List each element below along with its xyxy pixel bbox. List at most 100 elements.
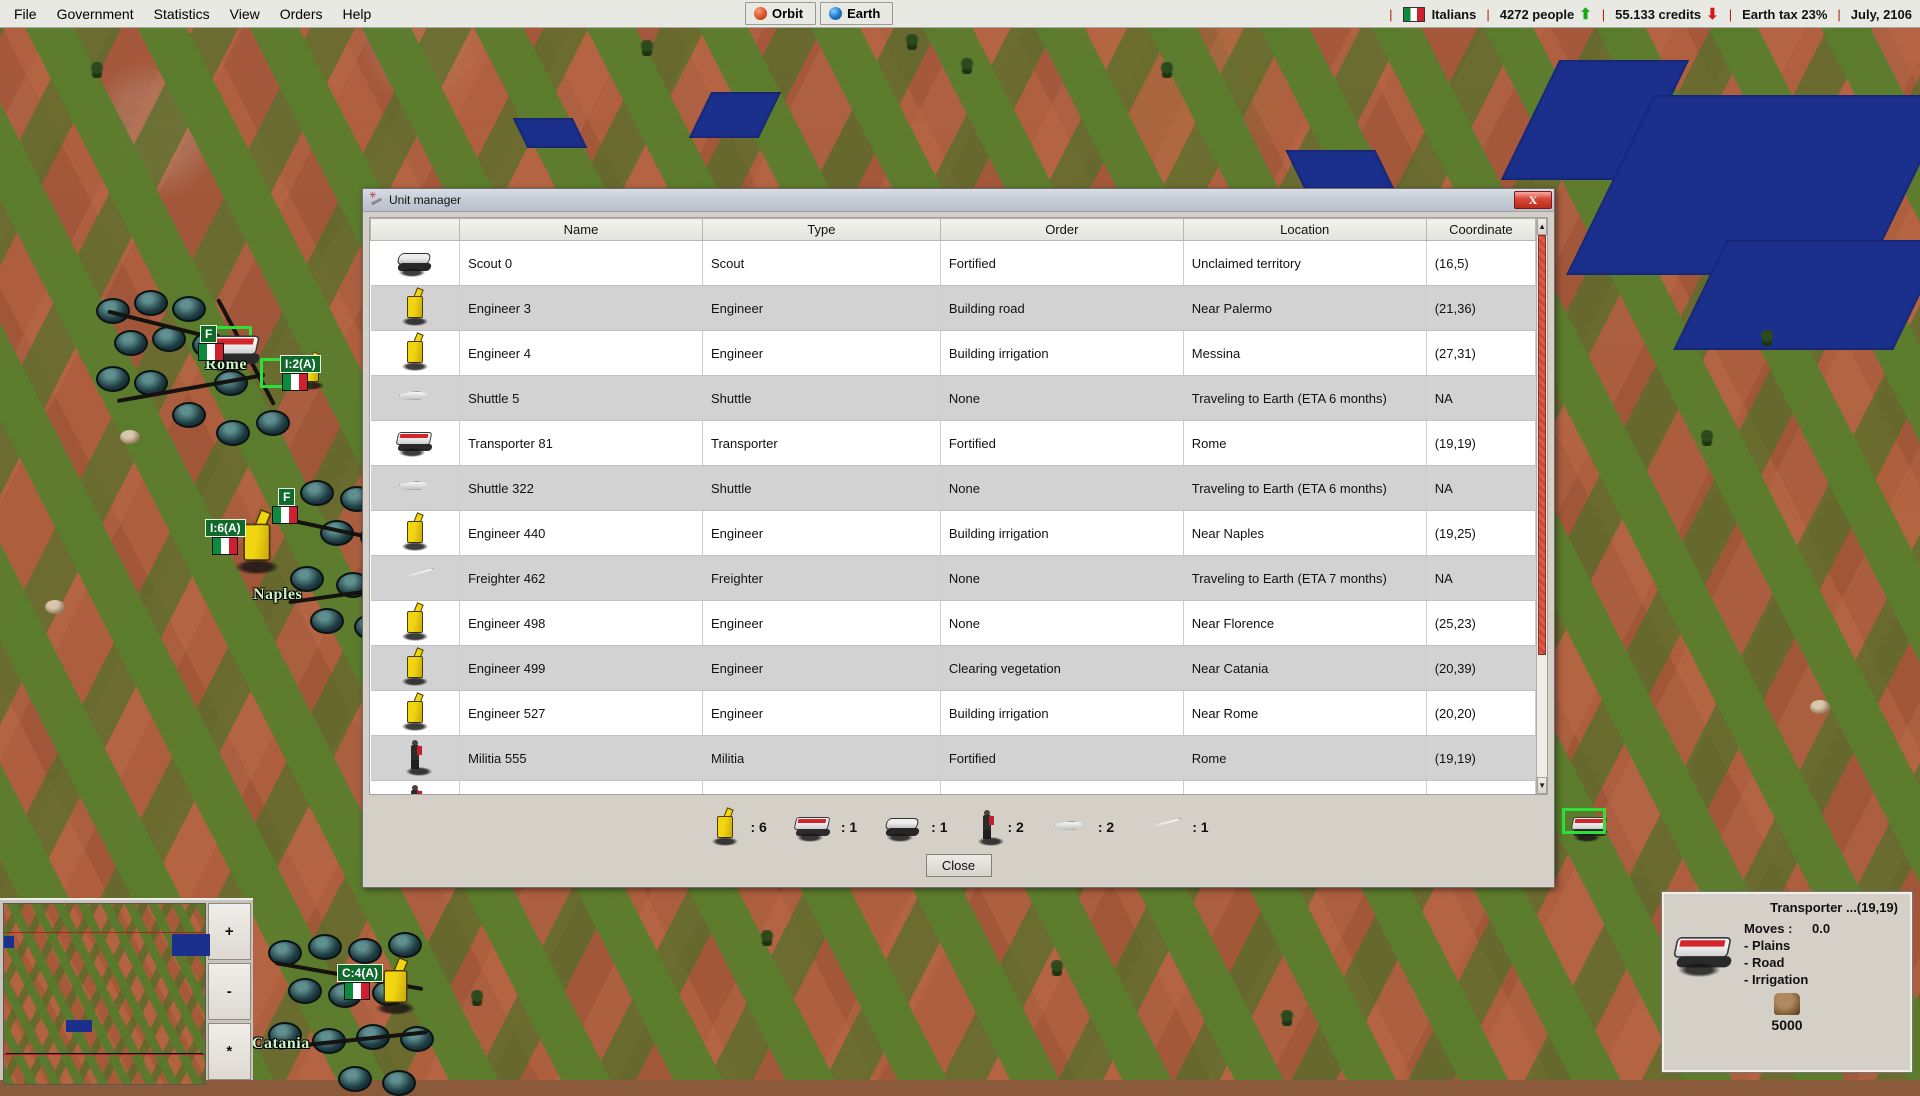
menu-file[interactable]: File <box>4 3 47 25</box>
militia-icon <box>974 808 1000 846</box>
menu-help[interactable]: Help <box>333 3 382 25</box>
orbit-planet-icon <box>754 7 767 20</box>
row-unit-icon <box>371 331 460 376</box>
table-row[interactable]: Engineer 440EngineerBuilding irrigationN… <box>371 511 1536 556</box>
dialog-title-bar[interactable]: Unit manager X <box>363 189 1554 212</box>
menu-bar: File Government Statistics View Orders H… <box>0 0 1920 28</box>
table-row[interactable]: Engineer 499EngineerClearing vegetationN… <box>371 646 1536 691</box>
unit-table-scrollbar[interactable]: ▲ ▼ <box>1536 218 1547 794</box>
tab-earth[interactable]: Earth <box>820 2 893 25</box>
minimap-panel: + - * <box>0 898 253 1080</box>
cell-name: Militia 559 <box>460 781 703 795</box>
unit-info-panel: Transporter ...(19,19) Moves : 0.0 - Pla… <box>1662 892 1912 1072</box>
cell-coordinate: (16,5) <box>1426 241 1535 286</box>
shuttle-icon <box>1050 813 1090 841</box>
tab-earth-label: Earth <box>847 6 880 21</box>
moves-label: Moves : <box>1744 921 1812 936</box>
summary-count: : 1 <box>841 819 857 835</box>
close-icon[interactable]: X <box>1514 191 1552 209</box>
unit-count-badge-catania: C:4(A) <box>337 964 383 982</box>
cell-location: Traveling to Earth (ETA 6 months) <box>1183 466 1426 511</box>
italian-flag-icon <box>198 343 224 361</box>
scrollbar-thumb[interactable] <box>1538 235 1546 655</box>
cell-type: Shuttle <box>702 466 940 511</box>
cargo-crate-icon <box>1774 993 1800 1015</box>
column-header-name[interactable]: Name <box>460 219 703 241</box>
cell-type: Scout <box>702 241 940 286</box>
menu-view[interactable]: View <box>220 3 270 25</box>
city-label-catania: Catania <box>252 1035 310 1053</box>
transporter-icon <box>395 427 435 457</box>
minimap-zoom-out-button[interactable]: - <box>208 963 251 1020</box>
minimap[interactable] <box>3 903 206 1085</box>
scrollbar-track[interactable] <box>1537 235 1547 777</box>
close-button[interactable]: Close <box>926 854 992 877</box>
cell-name: Engineer 440 <box>460 511 703 556</box>
unit-info-title: Transporter ...(19,19) <box>1672 900 1902 915</box>
cargo-amount: 5000 <box>1672 1017 1902 1033</box>
table-row[interactable]: Militia 559MilitiaFortifiedNear Naples(2… <box>371 781 1536 795</box>
minimap-guide-line <box>4 1054 205 1055</box>
column-header-type[interactable]: Type <box>702 219 940 241</box>
table-row[interactable]: Freighter 462FreighterNoneTraveling to E… <box>371 556 1536 601</box>
dialog-title: Unit manager <box>389 193 461 207</box>
table-row[interactable]: Engineer 3EngineerBuilding roadNear Pale… <box>371 286 1536 331</box>
status-divider: | <box>1837 7 1840 22</box>
cell-order: Clearing vegetation <box>940 646 1183 691</box>
cell-coordinate: (25,23) <box>1426 601 1535 646</box>
italian-flag-icon <box>272 506 298 524</box>
unit-manager-dialog[interactable]: Unit manager X Name Type Order Location … <box>362 188 1555 888</box>
cell-name: Shuttle 5 <box>460 376 703 421</box>
column-header-location[interactable]: Location <box>1183 219 1426 241</box>
cell-order: None <box>940 601 1183 646</box>
column-header-order[interactable]: Order <box>940 219 1183 241</box>
moves-value: 0.0 <box>1812 921 1830 936</box>
summary-item-freighter: : 1 <box>1140 813 1208 841</box>
table-row[interactable]: Engineer 527EngineerBuilding irrigationN… <box>371 691 1536 736</box>
cell-order: Building irrigation <box>940 331 1183 376</box>
row-unit-icon <box>371 556 460 601</box>
cell-name: Transporter 81 <box>460 421 703 466</box>
menu-government[interactable]: Government <box>47 3 144 25</box>
column-header-icon[interactable] <box>371 219 460 241</box>
table-row[interactable]: Engineer 4EngineerBuilding irrigationMes… <box>371 331 1536 376</box>
status-date: July, 2106 <box>1851 7 1912 22</box>
table-row[interactable]: Shuttle 322ShuttleNoneTraveling to Earth… <box>371 466 1536 511</box>
cell-name: Engineer 3 <box>460 286 703 331</box>
table-row[interactable]: Shuttle 5ShuttleNoneTraveling to Earth (… <box>371 376 1536 421</box>
table-row[interactable]: Militia 555MilitiaFortifiedRome(19,19) <box>371 736 1536 781</box>
status-population: 4272 people <box>1500 7 1574 22</box>
scroll-up-icon[interactable]: ▲ <box>1537 218 1547 235</box>
cell-order: Fortified <box>940 736 1183 781</box>
summary-item-shuttle: : 2 <box>1050 813 1114 841</box>
table-row[interactable]: Engineer 498EngineerNoneNear Florence(25… <box>371 601 1536 646</box>
row-unit-icon <box>371 601 460 646</box>
vegetation-icon <box>90 62 104 78</box>
cell-name: Militia 555 <box>460 736 703 781</box>
cell-location: Near Catania <box>1183 646 1426 691</box>
cell-location: Near Florence <box>1183 601 1426 646</box>
unit-summary-bar: : 6: 1: 1: 2: 2: 1 <box>363 799 1554 854</box>
water-body <box>689 92 781 138</box>
cell-coordinate: NA <box>1426 376 1535 421</box>
table-row[interactable]: Scout 0ScoutFortifiedUnclaimed territory… <box>371 241 1536 286</box>
status-divider: | <box>1602 7 1605 22</box>
column-header-coordinate[interactable]: Coordinate <box>1426 219 1535 241</box>
status-nation: Italians <box>1432 7 1477 22</box>
militia-icon <box>402 738 428 776</box>
engineer-icon <box>398 333 432 371</box>
italian-flag-icon <box>282 373 308 391</box>
cell-name: Freighter 462 <box>460 556 703 601</box>
row-unit-icon <box>371 511 460 556</box>
scroll-down-icon[interactable]: ▼ <box>1537 777 1547 794</box>
cell-name: Engineer 499 <box>460 646 703 691</box>
menu-orders[interactable]: Orders <box>270 3 333 25</box>
cell-coordinate: (20,24) <box>1426 781 1535 795</box>
menu-statistics[interactable]: Statistics <box>144 3 220 25</box>
vegetation-icon <box>1760 330 1774 346</box>
cell-coordinate: (19,25) <box>1426 511 1535 556</box>
tab-orbit[interactable]: Orbit <box>745 2 816 25</box>
minimap-center-button[interactable]: * <box>208 1023 251 1080</box>
minimap-zoom-in-button[interactable]: + <box>208 903 251 960</box>
table-row[interactable]: Transporter 81TransporterFortifiedRome(1… <box>371 421 1536 466</box>
